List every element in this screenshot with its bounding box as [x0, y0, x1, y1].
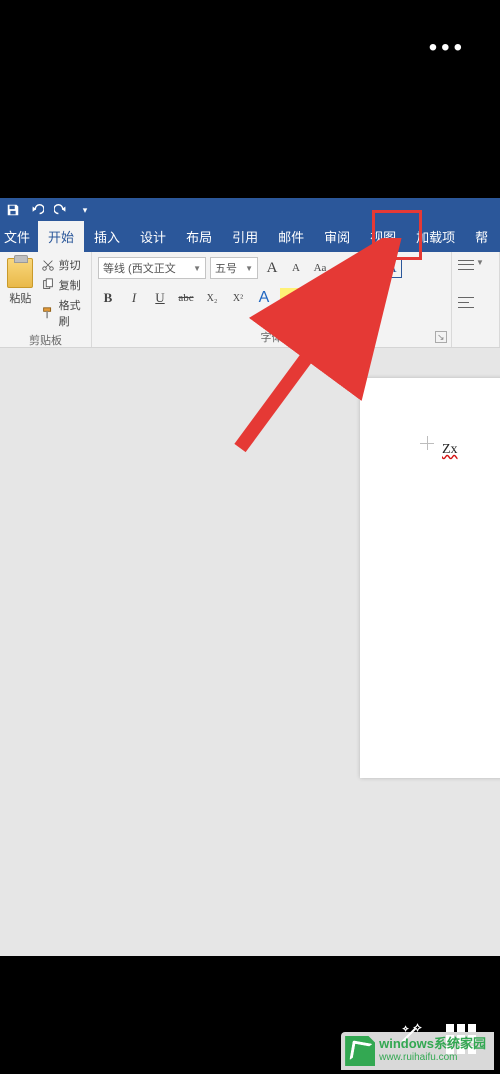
- font-size-select[interactable]: 五号 ▼: [210, 257, 258, 279]
- decrease-font-button[interactable]: A: [286, 258, 306, 278]
- ribbon-tabs: 文件 开始 插入 设计 布局 引用 邮件 审阅 视图 加载项 帮: [0, 222, 500, 252]
- svg-text:A: A: [338, 263, 346, 275]
- font-color-button[interactable]: A: [308, 288, 328, 308]
- quick-access-toolbar: ▾: [0, 198, 500, 222]
- top-black-bar: •••: [0, 0, 500, 198]
- phonetic-guide-button[interactable]: wén A: [358, 258, 378, 278]
- watermark: windows系统家园 www.ruihaifu.com: [341, 1032, 494, 1070]
- watermark-logo-icon: [345, 1036, 375, 1066]
- copy-label: 复制: [59, 277, 81, 293]
- qat-customize-icon[interactable]: ▾: [78, 203, 92, 217]
- cut-button[interactable]: 剪切: [39, 256, 85, 274]
- tab-layout[interactable]: 布局: [176, 221, 222, 252]
- paste-icon: [7, 258, 33, 288]
- document-page[interactable]: Zx: [360, 378, 500, 778]
- underline-button[interactable]: U: [150, 288, 170, 308]
- strikethrough-button[interactable]: abc: [176, 288, 196, 308]
- italic-button[interactable]: I: [124, 288, 144, 308]
- scissors-icon: [41, 258, 55, 272]
- tab-mailings[interactable]: 邮件: [268, 221, 314, 252]
- highlight-button[interactable]: A: [280, 288, 302, 308]
- tab-design[interactable]: 设计: [130, 221, 176, 252]
- paste-button[interactable]: 粘贴: [6, 256, 35, 330]
- group-clipboard: 粘贴 剪切 复制: [0, 252, 92, 347]
- document-area[interactable]: Zx: [0, 348, 500, 956]
- more-menu-icon[interactable]: •••: [429, 34, 466, 62]
- font-size-value: 五号: [215, 260, 237, 276]
- group-font-label: 字体: [98, 327, 445, 345]
- chevron-down-icon: ▼: [193, 264, 201, 273]
- align-icon[interactable]: [458, 296, 474, 310]
- format-painter-label: 格式刷: [59, 297, 83, 329]
- pinyin-top: wén: [356, 264, 371, 272]
- format-painter-button[interactable]: 格式刷: [39, 296, 85, 330]
- ribbon: 粘贴 剪切 复制: [0, 252, 500, 348]
- document-text[interactable]: Zx: [442, 442, 458, 458]
- word-window: ▾ 文件 开始 插入 设计 布局 引用 邮件 审阅 视图 加载项 帮 粘贴: [0, 198, 500, 956]
- group-paragraph: ▼: [452, 252, 500, 347]
- clear-formatting-button[interactable]: A: [334, 258, 354, 278]
- tab-view[interactable]: 视图: [360, 221, 406, 252]
- margin-indicator-icon: [420, 436, 434, 450]
- chevron-down-icon: ▼: [245, 264, 253, 273]
- enclose-characters-button[interactable]: A: [334, 289, 352, 307]
- tab-home[interactable]: 开始: [38, 221, 84, 252]
- tab-references[interactable]: 引用: [222, 221, 268, 252]
- cut-label: 剪切: [59, 257, 81, 273]
- superscript-button[interactable]: X²: [228, 288, 248, 308]
- tab-extra[interactable]: 帮: [465, 221, 498, 252]
- tab-review[interactable]: 审阅: [314, 221, 360, 252]
- chevron-down-icon: ▼: [476, 258, 484, 272]
- bold-button[interactable]: B: [98, 288, 118, 308]
- group-font: 等线 (西文正文 ▼ 五号 ▼ A A Aa A wén A: [92, 252, 452, 347]
- group-paragraph-label: [458, 331, 493, 345]
- copy-icon: [41, 278, 55, 292]
- pinyin-bottom: A: [371, 264, 380, 272]
- change-case-button[interactable]: Aa: [310, 258, 330, 278]
- bullets-icon[interactable]: [458, 258, 474, 272]
- increase-font-button[interactable]: A: [262, 258, 282, 278]
- paste-label: 粘贴: [9, 290, 31, 306]
- font-name-select[interactable]: 等线 (西文正文 ▼: [98, 257, 206, 279]
- redo-icon[interactable]: [54, 203, 68, 217]
- watermark-url: www.ruihaifu.com: [379, 1051, 486, 1065]
- watermark-title: windows系统家园: [379, 1037, 486, 1051]
- subscript-button[interactable]: X₂: [202, 288, 222, 308]
- font-name-value: 等线 (西文正文: [103, 260, 176, 276]
- tab-file[interactable]: 文件: [0, 221, 38, 252]
- text-effects-button[interactable]: A: [254, 288, 274, 308]
- save-icon[interactable]: [6, 203, 20, 217]
- copy-button[interactable]: 复制: [39, 276, 85, 294]
- group-clipboard-label: 剪贴板: [6, 330, 85, 348]
- tab-addins[interactable]: 加载项: [406, 221, 465, 252]
- brush-icon: [41, 306, 55, 320]
- font-dialog-launcher[interactable]: [435, 331, 447, 343]
- character-border-button[interactable]: A: [382, 258, 402, 278]
- undo-icon[interactable]: [30, 203, 44, 217]
- tab-insert[interactable]: 插入: [84, 221, 130, 252]
